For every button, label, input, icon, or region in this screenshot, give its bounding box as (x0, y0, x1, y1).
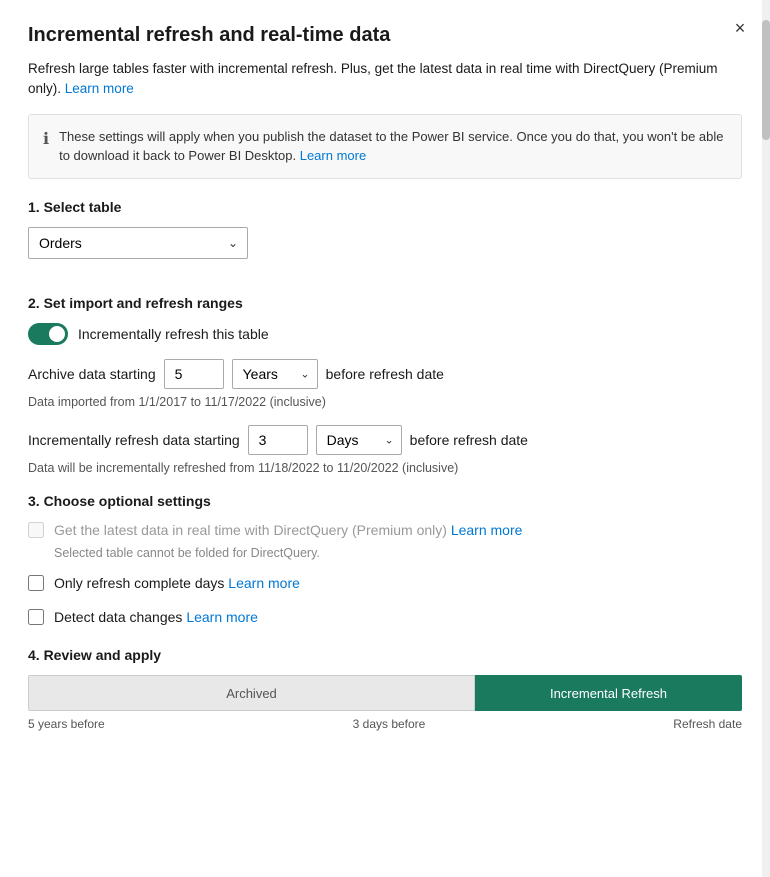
timeline-label-left: 5 years before (28, 717, 105, 731)
detect-changes-learn-more-link[interactable]: Learn more (186, 609, 258, 625)
directquery-disabled-note: Selected table cannot be folded for Dire… (54, 546, 742, 560)
complete-days-checkbox[interactable] (28, 575, 44, 591)
intro-learn-more-link[interactable]: Learn more (65, 81, 134, 96)
close-button[interactable]: × (726, 14, 754, 42)
info-icon: ℹ (43, 128, 49, 166)
info-box: ℹ These settings will apply when you pub… (28, 114, 742, 179)
complete-days-label: Only refresh complete days Learn more (54, 574, 300, 594)
incremental-value-input[interactable] (248, 425, 308, 455)
section3-title: 3. Choose optional settings (28, 493, 742, 509)
incremental-label-before: Incrementally refresh data starting (28, 432, 240, 448)
bar-incremental: Incremental Refresh (475, 675, 742, 711)
timeline-label-right: Refresh date (673, 717, 742, 731)
archive-range-row: Archive data starting Days Months Years … (28, 359, 742, 389)
timeline-labels: 5 years before 3 days before Refresh dat… (28, 717, 742, 731)
archive-label-after: before refresh date (326, 366, 444, 382)
incremental-unit-select-wrapper: Days Months Years ⌄ (316, 425, 402, 455)
info-box-text: These settings will apply when you publi… (59, 127, 727, 166)
optional-section: Get the latest data in real time with Di… (28, 521, 742, 628)
archive-label-before: Archive data starting (28, 366, 156, 382)
dialog-title: Incremental refresh and real-time data (28, 24, 742, 47)
timeline-bar-container: Archived Incremental Refresh 5 years bef… (28, 675, 742, 731)
section1-title: 1. Select table (28, 199, 742, 215)
table-select[interactable]: Orders Customers Products (28, 227, 248, 259)
toggle-label: Incrementally refresh this table (78, 326, 269, 342)
intro-text: Refresh large tables faster with increme… (28, 59, 742, 100)
scrollbar[interactable] (762, 0, 770, 877)
toggle-row: Incrementally refresh this table (28, 323, 742, 345)
review-section: 4. Review and apply Archived Incremental… (28, 647, 742, 731)
archive-date-info: Data imported from 1/1/2017 to 11/17/202… (28, 395, 742, 409)
detect-changes-row: Detect data changes Learn more (28, 608, 742, 628)
directquery-learn-more-link[interactable]: Learn more (451, 522, 523, 538)
scrollbar-thumb[interactable] (762, 20, 770, 140)
directquery-row: Get the latest data in real time with Di… (28, 521, 742, 541)
directquery-label: Get the latest data in real time with Di… (54, 521, 522, 541)
timeline-bar: Archived Incremental Refresh (28, 675, 742, 711)
incremental-toggle[interactable] (28, 323, 68, 345)
incremental-unit-select[interactable]: Days Months Years (316, 425, 402, 455)
directquery-checkbox[interactable] (28, 522, 44, 538)
archive-unit-select[interactable]: Days Months Years (232, 359, 318, 389)
complete-days-row: Only refresh complete days Learn more (28, 574, 742, 594)
incremental-range-row: Incrementally refresh data starting Days… (28, 425, 742, 455)
section2-title: 2. Set import and refresh ranges (28, 295, 742, 311)
dialog: × Incremental refresh and real-time data… (0, 0, 770, 877)
info-learn-more-link[interactable]: Learn more (300, 148, 366, 163)
complete-days-learn-more-link[interactable]: Learn more (228, 575, 300, 591)
archive-value-input[interactable] (164, 359, 224, 389)
incremental-label-after: before refresh date (410, 432, 528, 448)
incremental-date-info: Data will be incrementally refreshed fro… (28, 461, 742, 475)
detect-changes-checkbox[interactable] (28, 609, 44, 625)
detect-changes-label: Detect data changes Learn more (54, 608, 258, 628)
section4-title: 4. Review and apply (28, 647, 742, 663)
timeline-label-center: 3 days before (353, 717, 426, 731)
archive-unit-select-wrapper: Days Months Years ⌄ (232, 359, 318, 389)
table-select-wrapper: Orders Customers Products ⌄ (28, 227, 248, 259)
bar-archived: Archived (28, 675, 475, 711)
